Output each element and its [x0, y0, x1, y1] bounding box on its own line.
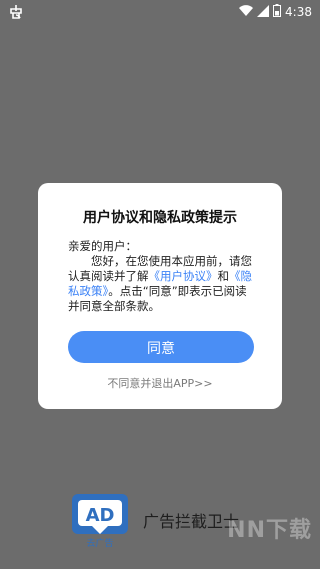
agree-button[interactable]: 同意	[68, 331, 254, 363]
logo-caption: 去广告	[86, 537, 113, 548]
dialog-title: 用户协议和隐私政策提示	[83, 210, 237, 226]
wifi-icon	[239, 4, 254, 20]
logo-text: AD	[86, 505, 115, 526]
disagree-exit-link[interactable]: 不同意并退出APP>>	[38, 375, 282, 391]
dialog-body: 亲爱的用户： 您好，在您使用本应用前，请您认真阅读并了解《用户协议》和《隐私政策…	[68, 239, 258, 314]
app-logo: AD 去广告	[72, 494, 128, 549]
status-bar: 4:38	[0, 0, 320, 24]
app-bug-icon	[8, 4, 24, 20]
status-time: 4:38	[285, 5, 312, 19]
app-name: 广告拦截卫士	[143, 512, 240, 531]
battery-icon	[273, 4, 282, 20]
greeting-text: 亲爱的用户：	[68, 239, 137, 253]
user-agreement-link[interactable]: 《用户协议》	[149, 269, 218, 283]
privacy-dialog: 用户协议和隐私政策提示 亲爱的用户： 您好，在您使用本应用前，请您认真阅读并了解…	[38, 183, 282, 409]
signal-icon	[257, 4, 270, 20]
watermark-text: NN下载	[227, 518, 312, 543]
and-text: 和	[217, 269, 230, 283]
